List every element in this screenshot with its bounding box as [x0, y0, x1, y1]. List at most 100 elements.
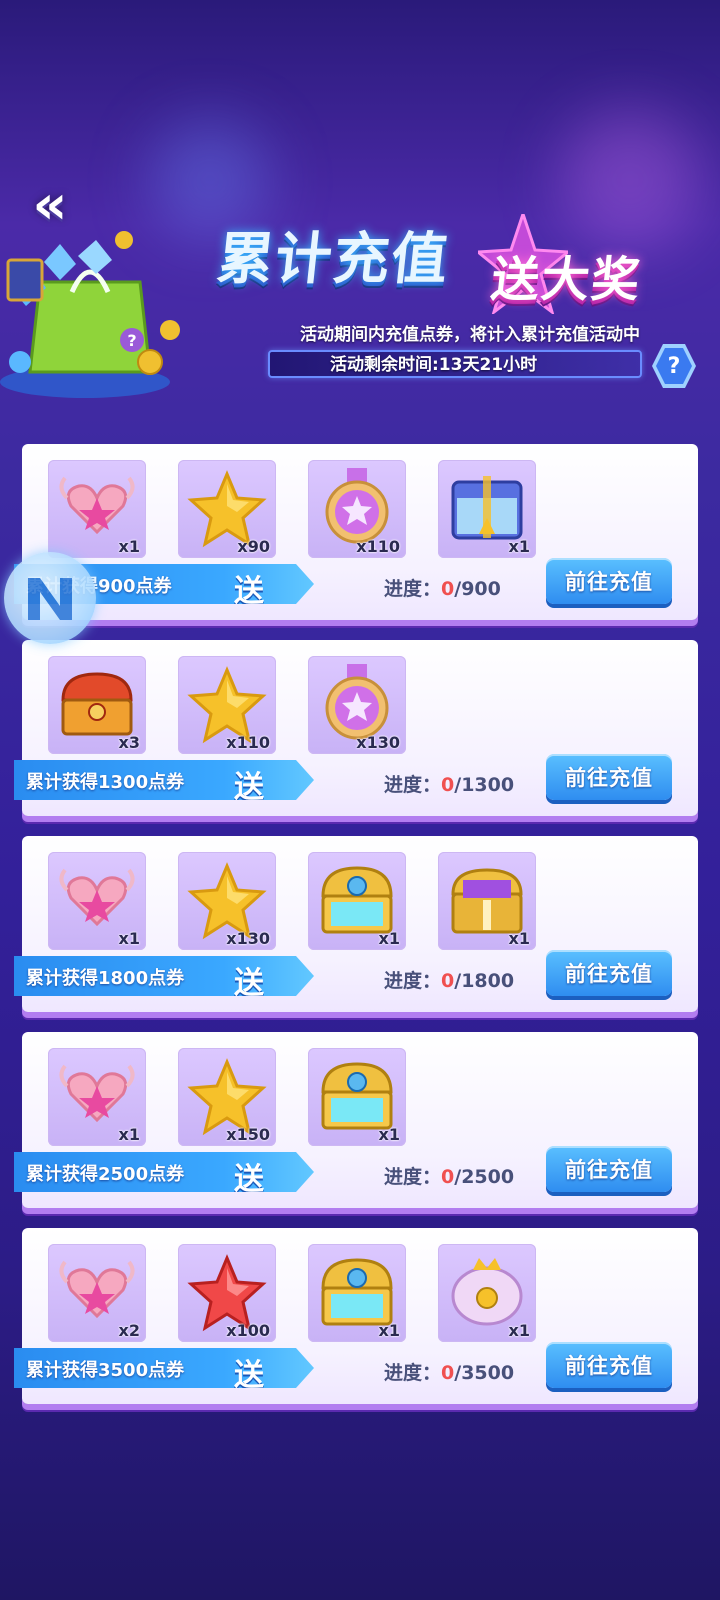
tier-ribbon: 累计获得1800点券 送 — [14, 956, 314, 996]
go-recharge-button[interactable]: 前往充值 — [546, 754, 672, 800]
reward-quantity: x1 — [508, 537, 530, 556]
red-star-icon — [187, 1254, 267, 1332]
reward-item[interactable]: x110 — [178, 656, 276, 754]
progress-current: 0 — [441, 970, 455, 992]
reward-item[interactable]: x1 — [308, 1048, 406, 1146]
reward-item[interactable]: x1 — [48, 460, 146, 558]
reward-item[interactable]: x1 — [438, 852, 536, 950]
go-recharge-button[interactable]: 前往充值 — [546, 1342, 672, 1388]
progress-current: 0 — [441, 774, 455, 796]
reward-item[interactable]: x110 — [308, 460, 406, 558]
reward-items: x3 x110 x130 — [48, 656, 406, 756]
reward-item[interactable]: x1 — [308, 852, 406, 950]
progress-current: 0 — [441, 1166, 455, 1188]
reward-tier-card: x2 x100 x1 x1 累计获得3500点券 送 进度：0/3500 前往充值 — [14, 1228, 698, 1404]
wing-heart-icon — [59, 476, 135, 535]
reward-quantity: x1 — [508, 929, 530, 948]
star-medal-icon — [325, 468, 389, 544]
send-label: 送 — [234, 770, 264, 805]
reward-quantity: x3 — [118, 733, 140, 752]
event-subtitle: 送大奖 — [488, 252, 645, 308]
red-chest-icon — [61, 672, 133, 736]
purple-gold-chest-icon — [451, 868, 523, 934]
n-logo-icon — [28, 578, 72, 620]
gold-star-icon — [187, 470, 267, 548]
gold-crystal-chest-icon — [321, 1258, 393, 1326]
reward-quantity: x2 — [118, 1321, 140, 1340]
send-label: 送 — [234, 1162, 264, 1197]
reward-item[interactable]: x90 — [178, 460, 276, 558]
go-recharge-button[interactable]: 前往充值 — [546, 1146, 672, 1192]
reward-tier-card: x3 x110 x130 累计获得1300点券 送 进度：0/1300 前往充值 — [14, 640, 698, 816]
reward-quantity: x1 — [378, 1125, 400, 1144]
reward-item[interactable]: x130 — [178, 852, 276, 950]
reward-tier-card: x1 x90 x110 x1 累计获得900点券 送 进度：0/900 前往充值 — [14, 444, 698, 620]
gold-star-icon — [187, 666, 267, 744]
wing-heart-icon — [59, 1260, 135, 1319]
progress-label: 进度： — [384, 1362, 442, 1384]
tier-progress: 进度：0/3500 — [384, 1358, 514, 1385]
progress-target: /1300 — [454, 774, 515, 796]
blue-chest-icon — [451, 476, 523, 540]
reward-tier-card: x1 x150 x1 累计获得2500点券 送 进度：0/2500 前往充值 — [14, 1032, 698, 1208]
svg-text:?: ? — [127, 331, 136, 350]
reward-quantity: x110 — [356, 537, 400, 556]
tier-progress: 进度：0/2500 — [384, 1162, 514, 1189]
tier-threshold: 累计获得2500点券 — [26, 1164, 185, 1185]
reward-item[interactable]: x130 — [308, 656, 406, 754]
reward-item[interactable]: x1 — [438, 460, 536, 558]
gift-bag-illustration: ? — [0, 231, 180, 398]
tier-threshold: 累计获得3500点券 — [26, 1360, 185, 1381]
progress-label: 进度： — [384, 970, 442, 992]
progress-target: /1800 — [454, 970, 515, 992]
send-label: 送 — [234, 966, 264, 1001]
reward-quantity: x110 — [226, 733, 270, 752]
go-recharge-button[interactable]: 前往充值 — [546, 558, 672, 604]
send-label: 送 — [234, 574, 264, 609]
reward-item[interactable]: x1 — [48, 852, 146, 950]
reward-quantity: x130 — [356, 733, 400, 752]
tier-progress: 进度：0/1300 — [384, 770, 514, 797]
wing-heart-icon — [59, 868, 135, 927]
event-title: 累计充值 — [214, 227, 453, 292]
tier-progress: 进度：0/900 — [384, 574, 501, 601]
progress-target: /900 — [454, 578, 501, 600]
tier-threshold: 累计获得1300点券 — [26, 772, 185, 793]
go-recharge-button[interactable]: 前往充值 — [546, 950, 672, 996]
reward-quantity: x1 — [378, 929, 400, 948]
gold-crystal-chest-icon — [321, 866, 393, 934]
progress-current: 0 — [441, 1362, 455, 1384]
gold-star-icon — [187, 1058, 267, 1136]
reward-items: x1 x90 x110 x1 — [48, 460, 536, 560]
tier-ribbon: 累计获得3500点券 送 — [14, 1348, 314, 1388]
reward-items: x1 x130 x1 x1 — [48, 852, 536, 952]
reward-item[interactable]: x1 — [308, 1244, 406, 1342]
reward-quantity: x1 — [118, 1125, 140, 1144]
reward-item[interactable]: x100 — [178, 1244, 276, 1342]
reward-items: x2 x100 x1 x1 — [48, 1244, 536, 1344]
floating-assistant-button[interactable] — [4, 552, 96, 644]
reward-quantity: x90 — [237, 537, 270, 556]
reward-quantity: x1 — [378, 1321, 400, 1340]
progress-label: 进度： — [384, 1166, 442, 1188]
reward-item[interactable]: x1 — [48, 1048, 146, 1146]
event-header: « ? 累计充值 送大奖 活动期间内充值点券，将计入累计充值活动中 活动剩余时间… — [0, 0, 720, 430]
progress-target: /3500 — [454, 1362, 515, 1384]
tier-ribbon: 累计获得1300点券 送 — [14, 760, 314, 800]
reward-quantity: x1 — [118, 929, 140, 948]
reward-item[interactable]: x150 — [178, 1048, 276, 1146]
reward-item[interactable]: x2 — [48, 1244, 146, 1342]
gold-star-icon — [187, 862, 267, 940]
progress-current: 0 — [441, 578, 455, 600]
reward-quantity: x100 — [226, 1321, 270, 1340]
reward-item[interactable]: x1 — [438, 1244, 536, 1342]
progress-label: 进度： — [384, 774, 442, 796]
star-medal-icon — [325, 664, 389, 740]
send-label: 送 — [234, 1358, 264, 1393]
reward-quantity: x130 — [226, 929, 270, 948]
progress-target: /2500 — [454, 1166, 515, 1188]
gold-crystal-chest-icon — [321, 1062, 393, 1130]
reward-item[interactable]: x3 — [48, 656, 146, 754]
tier-progress: 进度：0/1800 — [384, 966, 514, 993]
tier-threshold: 累计获得1800点券 — [26, 968, 185, 989]
